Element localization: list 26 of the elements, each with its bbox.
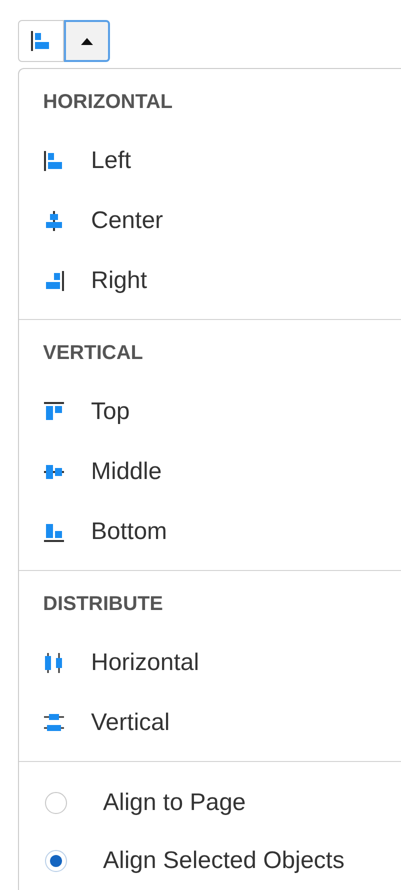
align-top-icon (43, 401, 65, 423)
section-heading: HORIZONTAL (43, 90, 174, 115)
section-heading: VERTICAL (43, 341, 144, 366)
caret-icon (81, 38, 93, 44)
align-center-icon (43, 210, 65, 232)
radio-button[interactable] (45, 850, 67, 872)
align-button[interactable] (18, 20, 64, 62)
radio-label[interactable]: Align to Page (103, 785, 246, 821)
menu-item[interactable]: Center (91, 203, 164, 239)
section-heading: DISTRIBUTE (43, 592, 164, 617)
menu-item[interactable]: Right (91, 263, 148, 299)
radio-label[interactable]: Align Selected Objects (103, 843, 344, 879)
radio-button[interactable] (45, 792, 67, 814)
align-left-icon (43, 150, 65, 172)
align-right-icon (43, 270, 65, 292)
distribute-vertical-icon (43, 712, 65, 734)
dropdown-toggle-button[interactable] (64, 20, 110, 62)
menu-item[interactable]: Vertical (91, 705, 170, 741)
menu-item[interactable]: Bottom (91, 514, 168, 550)
distribute-horizontal-icon (43, 652, 65, 674)
menu-item[interactable]: Top (91, 394, 130, 430)
align-left-icon (30, 30, 52, 52)
align-bottom-icon (43, 521, 65, 543)
menu-item[interactable]: Horizontal (91, 645, 200, 681)
menu-item[interactable]: Left (91, 143, 132, 179)
menu-item[interactable]: Middle (91, 454, 162, 490)
